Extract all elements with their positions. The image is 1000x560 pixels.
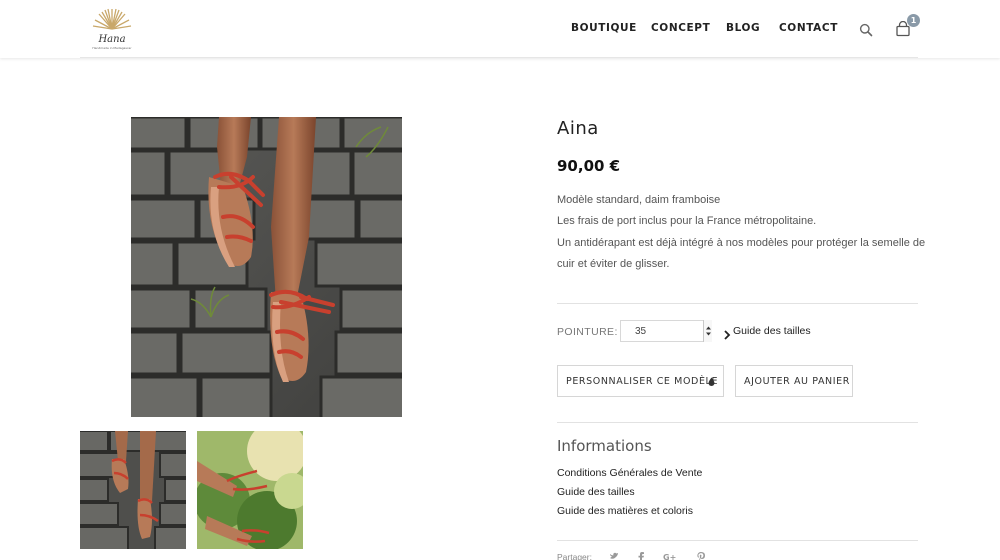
pinterest-icon[interactable] [697, 552, 705, 560]
divider [557, 540, 918, 541]
description-line-1: Modèle standard, daim framboise [557, 194, 721, 206]
header-divider [80, 57, 918, 58]
google-plus-icon[interactable]: G+ [663, 552, 677, 560]
size-select[interactable]: 35 [620, 320, 712, 342]
add-to-cart-button[interactable]: AJOUTER AU PANIER [735, 365, 853, 397]
svg-text:Handmade in Madagascar: Handmade in Madagascar [92, 46, 132, 50]
chevron-right-icon [723, 327, 731, 340]
svg-text:G+: G+ [663, 553, 676, 560]
nav-contact[interactable]: CONTACT [779, 22, 838, 34]
product-price: 90,00 € [557, 157, 621, 175]
select-arrows-icon [703, 320, 712, 342]
description-line-2: Les frais de port inclus pour la France … [557, 215, 817, 227]
share-label: Partager: [557, 552, 592, 560]
personalize-button-label: PERSONNALISER CE MODÈLE [566, 376, 719, 387]
cart-count-badge: 1 [907, 14, 920, 27]
nav-blog[interactable]: BLOG [726, 22, 760, 34]
link-materials-guide[interactable]: Guide des matières et coloris [557, 505, 693, 517]
description-line-4: cuir et éviter de glisser. [557, 258, 670, 270]
divider [557, 303, 918, 304]
nav-concept[interactable]: CONCEPT [651, 22, 710, 34]
hana-logo[interactable]: Hana Handmade in Madagascar [88, 5, 136, 53]
add-to-cart-button-label: AJOUTER AU PANIER [744, 376, 850, 387]
divider [557, 422, 918, 423]
size-guide-text: Guide des tailles [733, 325, 811, 337]
site-header: Hana Handmade in Madagascar BOUTIQUE CON… [0, 0, 1000, 58]
product-thumbnail-2[interactable] [197, 431, 303, 549]
svg-text:Hana: Hana [97, 34, 125, 45]
link-cgv[interactable]: Conditions Générales de Vente [557, 467, 702, 479]
nav-boutique[interactable]: BOUTIQUE [571, 22, 637, 34]
drop-icon [708, 377, 715, 386]
product-main-image[interactable] [131, 117, 402, 417]
search-icon[interactable] [859, 23, 873, 37]
description-line-3: Un antidérapant est déjà intégré à nos m… [557, 237, 926, 249]
facebook-icon[interactable] [638, 552, 644, 560]
informations-title: Informations [557, 437, 652, 455]
product-title: Aina [557, 118, 599, 139]
size-label: POINTURE: [557, 326, 618, 338]
twitter-icon[interactable] [609, 552, 619, 560]
size-select-value: 35 [635, 326, 647, 337]
product-thumbnail-1[interactable] [80, 431, 186, 549]
personalize-button[interactable]: PERSONNALISER CE MODÈLE [557, 365, 724, 397]
link-size-guide[interactable]: Guide des tailles [557, 486, 635, 498]
